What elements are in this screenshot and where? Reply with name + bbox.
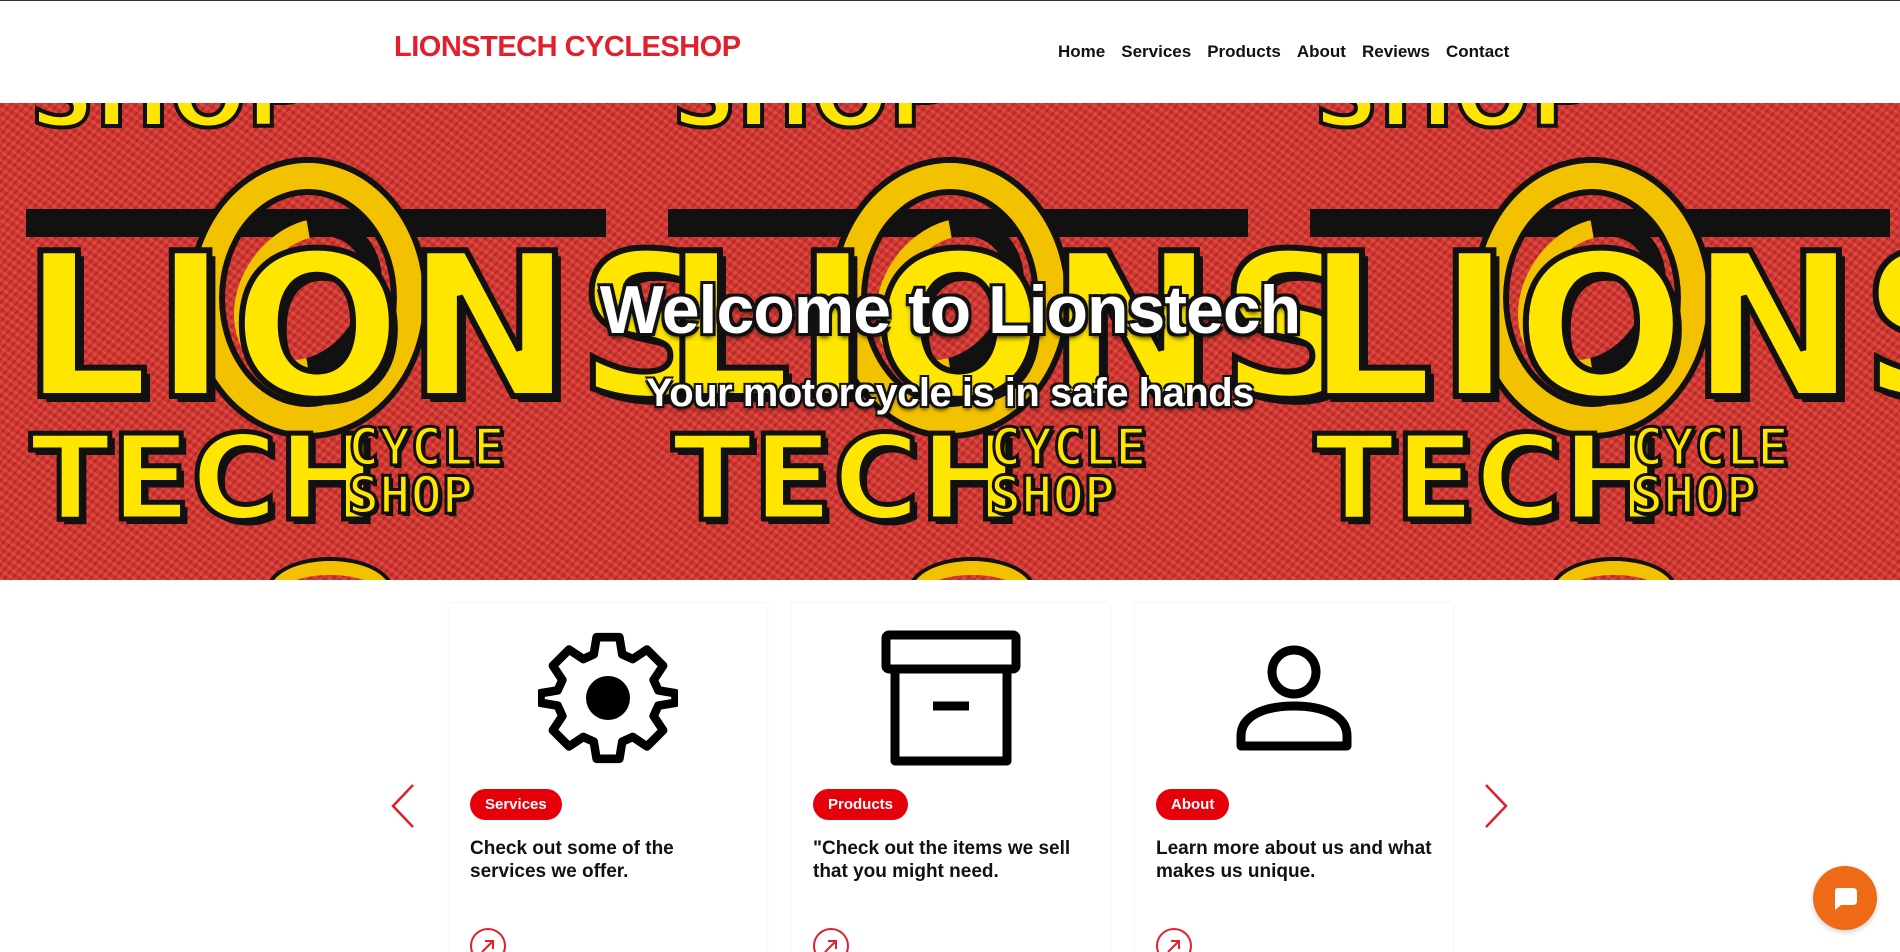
nav-about[interactable]: About bbox=[1297, 42, 1346, 62]
hero-title: Welcome to Lionstech bbox=[599, 272, 1301, 348]
site-header: LIONSTECH CYCLESHOP Home Services Produc… bbox=[0, 0, 1900, 103]
banner-logo-top-fragment: SHOP bbox=[1312, 103, 1599, 150]
nav-products[interactable]: Products bbox=[1207, 42, 1281, 62]
main-nav: Home Services Products About Reviews Con… bbox=[1058, 42, 1509, 62]
banner-logo-cycle-shop: CYCLE SHOP bbox=[988, 418, 1148, 526]
chat-widget-button[interactable] bbox=[1813, 866, 1877, 930]
banner-logo-cycle-shop: CYCLE SHOP bbox=[346, 418, 506, 526]
banner-logo-tech: TECH bbox=[1311, 409, 1662, 547]
card-products[interactable]: Products "Check out the items we sell th… bbox=[792, 603, 1110, 952]
banner-logo-bottom-fragment bbox=[1554, 561, 1674, 580]
card-badge[interactable]: Products bbox=[813, 789, 909, 820]
nav-home[interactable]: Home bbox=[1058, 42, 1105, 62]
card-services[interactable]: Services Check out some of the services … bbox=[449, 603, 767, 952]
banner-logo-bottom-fragment bbox=[912, 561, 1032, 580]
card-description: Learn more about us and what makes us un… bbox=[1156, 838, 1432, 882]
brand-logo[interactable]: LIONSTECH CYCLESHOP bbox=[394, 31, 741, 64]
nav-contact[interactable]: Contact bbox=[1446, 42, 1509, 62]
card-about[interactable]: About Learn more about us and what makes… bbox=[1135, 603, 1453, 952]
banner-logo-top-fragment: SHOP bbox=[670, 103, 957, 150]
banner-logo-cycle-shop: CYCLE SHOP bbox=[1630, 418, 1790, 526]
arrow-up-right-icon bbox=[1167, 940, 1180, 952]
archive-box-icon bbox=[876, 625, 1026, 770]
arrow-up-right-icon bbox=[824, 940, 837, 952]
card-description: "Check out the items we sell that you mi… bbox=[813, 838, 1071, 882]
hero-banner: SHOP LIONS TECH CYCLE SHOP SHOP LIONS TE… bbox=[0, 103, 1900, 580]
feature-cards: Services Check out some of the services … bbox=[0, 603, 1900, 952]
nav-reviews[interactable]: Reviews bbox=[1362, 42, 1430, 62]
banner-logo-bottom-fragment bbox=[270, 561, 390, 580]
card-badge[interactable]: Services bbox=[470, 789, 562, 820]
card-link-button[interactable] bbox=[470, 928, 506, 952]
card-link-button[interactable] bbox=[1156, 928, 1192, 952]
banner-logo-tech: TECH bbox=[669, 409, 1020, 547]
gear-icon bbox=[533, 625, 683, 770]
banner-logo-tech: TECH bbox=[27, 409, 378, 547]
card-link-button[interactable] bbox=[813, 928, 849, 952]
banner-logo-top-fragment: SHOP bbox=[28, 103, 315, 150]
arrow-up-right-icon bbox=[481, 940, 494, 952]
chat-bubble-icon bbox=[1835, 888, 1857, 910]
card-badge[interactable]: About bbox=[1156, 789, 1230, 820]
card-description: Check out some of the services we offer. bbox=[470, 838, 674, 882]
person-icon bbox=[1219, 625, 1369, 770]
hero-subtitle: Your motorcycle is in safe hands bbox=[646, 371, 1254, 415]
nav-services[interactable]: Services bbox=[1121, 42, 1191, 62]
